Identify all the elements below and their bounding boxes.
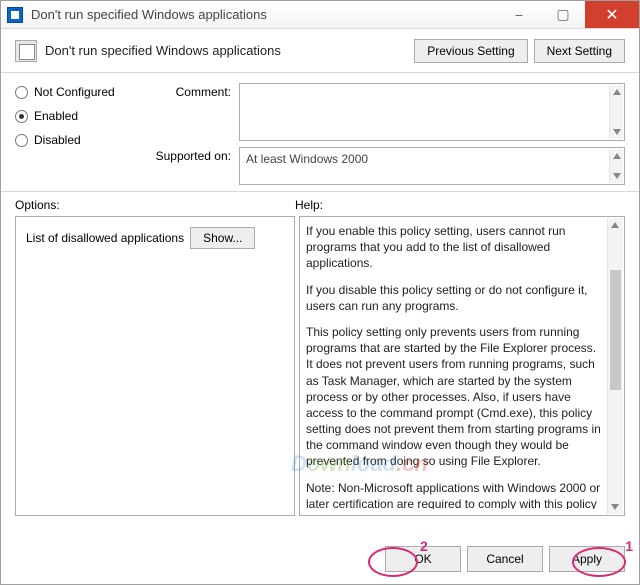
help-text: If you disable this policy setting or do… (306, 282, 602, 314)
help-text: Note: Non-Microsoft applications with Wi… (306, 480, 602, 509)
dialog-buttons: OK Cancel Apply (385, 546, 625, 572)
state-radios: Not Configured Enabled Disabled (15, 83, 133, 187)
radio-not-configured[interactable] (15, 86, 28, 99)
comment-input[interactable] (239, 83, 625, 141)
help-scrollbar[interactable] (607, 218, 623, 514)
window-title: Don't run specified Windows applications (31, 7, 267, 22)
help-label: Help: (295, 198, 323, 212)
supported-on-text: At least Windows 2000 (246, 152, 368, 166)
scrollbar-thumb[interactable] (610, 270, 621, 390)
lower-panes: List of disallowed applications Show... … (1, 216, 639, 516)
radio-disabled[interactable] (15, 134, 28, 147)
help-text: This policy setting only prevents users … (306, 324, 602, 470)
help-text: If you enable this policy setting, users… (306, 223, 602, 272)
close-button[interactable]: ✕ (585, 1, 639, 28)
radio-label: Not Configured (34, 85, 115, 99)
supported-on-value: At least Windows 2000 (239, 147, 625, 185)
settings-row: Not Configured Enabled Disabled Comment:… (1, 73, 639, 192)
page-title: Don't run specified Windows applications (45, 43, 281, 58)
radio-label: Disabled (34, 133, 81, 147)
radio-label: Enabled (34, 109, 78, 123)
disallowed-list-label: List of disallowed applications (26, 231, 184, 245)
pane-labels: Options: Help: (1, 192, 639, 216)
options-label: Options: (15, 198, 295, 212)
annotation-number: 1 (625, 538, 633, 554)
next-setting-button[interactable]: Next Setting (534, 39, 625, 63)
previous-setting-button[interactable]: Previous Setting (414, 39, 527, 63)
comment-label: Comment: (141, 83, 231, 141)
radio-enabled[interactable] (15, 110, 28, 123)
minimize-button[interactable]: − (497, 1, 541, 28)
options-pane: List of disallowed applications Show... (15, 216, 295, 516)
help-pane: If you enable this policy setting, users… (299, 216, 625, 516)
policy-icon (15, 40, 37, 62)
ok-button[interactable]: OK (385, 546, 461, 572)
window-controls: − ▢ ✕ (497, 1, 639, 28)
apply-button[interactable]: Apply (549, 546, 625, 572)
cancel-button[interactable]: Cancel (467, 546, 543, 572)
supported-on-label: Supported on: (141, 147, 231, 185)
maximize-button[interactable]: ▢ (541, 1, 585, 28)
scrollbar[interactable] (609, 149, 623, 183)
show-button[interactable]: Show... (190, 227, 255, 249)
titlebar: Don't run specified Windows applications… (1, 1, 639, 29)
header: Don't run specified Windows applications… (1, 29, 639, 73)
scrollbar[interactable] (609, 85, 623, 139)
app-icon (7, 7, 23, 23)
